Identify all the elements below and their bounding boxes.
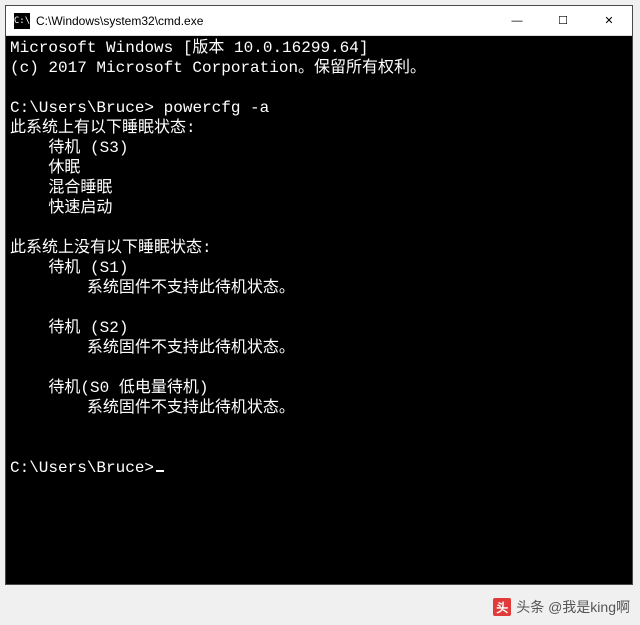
sleep-state: 待机 (S3): [10, 138, 628, 158]
unavailable-header: 此系统上没有以下睡眠状态:: [10, 238, 628, 258]
titlebar[interactable]: C:\ C:\Windows\system32\cmd.exe — ☐ ✕: [6, 6, 632, 36]
sleep-state: 快速启动: [10, 198, 628, 218]
blank-line: [10, 298, 628, 318]
blank-line: [10, 418, 628, 438]
blank-line: [10, 78, 628, 98]
window-controls: — ☐ ✕: [494, 6, 632, 35]
unavail-state-name: 待机 (S1): [10, 258, 628, 278]
close-button[interactable]: ✕: [586, 6, 632, 35]
blank-line: [10, 438, 628, 458]
watermark-text: 头条 @我是king啊: [516, 597, 630, 617]
available-header: 此系统上有以下睡眠状态:: [10, 118, 628, 138]
unavail-state-name: 待机(S0 低电量待机): [10, 378, 628, 398]
prompt-command: powercfg -a: [154, 99, 269, 117]
prompt-path: C:\Users\Bruce>: [10, 99, 154, 117]
watermark: 头 头条 @我是king啊: [493, 597, 630, 617]
unavail-state-reason: 系统固件不支持此待机状态。: [10, 278, 628, 298]
copyright-line: (c) 2017 Microsoft Corporation。保留所有权利。: [10, 58, 628, 78]
blank-line: [10, 358, 628, 378]
toutiao-logo-icon: 头: [493, 598, 511, 616]
cmd-window: C:\ C:\Windows\system32\cmd.exe — ☐ ✕ Mi…: [5, 5, 633, 585]
unavail-state-reason: 系统固件不支持此待机状态。: [10, 398, 628, 418]
minimize-button[interactable]: —: [494, 6, 540, 35]
unavail-state-name: 待机 (S2): [10, 318, 628, 338]
sleep-state: 休眠: [10, 158, 628, 178]
prompt-path: C:\Users\Bruce>: [10, 459, 154, 477]
maximize-button[interactable]: ☐: [540, 6, 586, 35]
blank-line: [10, 218, 628, 238]
sleep-state: 混合睡眠: [10, 178, 628, 198]
terminal-body[interactable]: Microsoft Windows [版本 10.0.16299.64] (c)…: [6, 36, 632, 584]
prompt-line: C:\Users\Bruce> powercfg -a: [10, 98, 628, 118]
cursor: [156, 470, 164, 472]
cmd-icon: C:\: [14, 13, 30, 29]
window-title: C:\Windows\system32\cmd.exe: [36, 14, 494, 28]
prompt-line: C:\Users\Bruce>: [10, 458, 628, 478]
unavail-state-reason: 系统固件不支持此待机状态。: [10, 338, 628, 358]
banner-line: Microsoft Windows [版本 10.0.16299.64]: [10, 38, 628, 58]
